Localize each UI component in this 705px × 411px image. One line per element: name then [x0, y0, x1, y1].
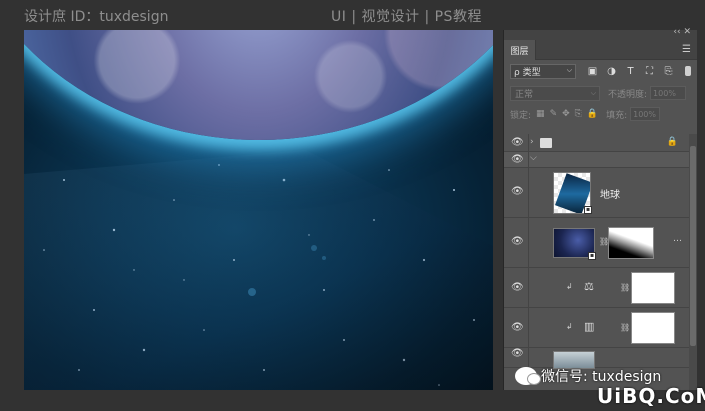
- document-canvas[interactable]: [24, 30, 493, 390]
- blend-mode-value: 正常: [515, 89, 534, 100]
- filter-toggle[interactable]: [685, 66, 691, 76]
- layer-mask-thumbnail[interactable]: [608, 227, 654, 259]
- lock-artboard-icon[interactable]: ⎘: [575, 109, 582, 119]
- eye-icon[interactable]: 👁: [511, 348, 524, 359]
- divider: [528, 268, 529, 307]
- opacity-label: 不透明度:: [608, 89, 648, 100]
- divider: [528, 134, 529, 151]
- lock-position-icon[interactable]: ✥: [562, 109, 570, 119]
- layer-bottom[interactable]: 👁: [504, 348, 690, 369]
- lock-row: 锁定: ▦ ✎ ✥ ⎘ 🔒 填充: 100%: [504, 104, 697, 124]
- layer-filter-select[interactable]: ρ 类型 ⌵: [510, 63, 576, 79]
- eye-icon[interactable]: 👁: [511, 154, 524, 165]
- designer-id-text: 设计庶 ID：tuxdesign: [24, 9, 169, 25]
- layers-panel: ‹‹ ✕ 图层 ☰ ρ 类型 ⌵ ▣ ◑ T ⛶ ⎘ 正常 ⌵ 不透明度: 10…: [503, 27, 697, 390]
- opacity-input[interactable]: 100%: [650, 86, 687, 100]
- header-bar: 设计庶 ID：tuxdesign UI | 视觉设计 | PS教程: [0, 0, 705, 30]
- levels-icon[interactable]: ▥: [584, 320, 594, 333]
- divider: [528, 218, 529, 267]
- color-balance-icon[interactable]: ⚖: [584, 280, 594, 293]
- shape-filter-icon[interactable]: ⛶: [643, 66, 656, 77]
- chevron-down-icon: ⌵: [566, 65, 572, 74]
- folder-icon: [540, 138, 552, 148]
- panel-menu-icon[interactable]: ☰: [682, 44, 691, 55]
- clipping-arrow-icon: ↲: [566, 282, 573, 291]
- lock-image-icon[interactable]: ✎: [550, 109, 558, 119]
- wechat-icon: [515, 367, 541, 385]
- eye-icon[interactable]: 👁: [511, 282, 524, 293]
- watermark-text: 微信号: tuxdesign: [541, 369, 662, 385]
- layer-name[interactable]: 地球: [600, 186, 620, 201]
- eye-icon[interactable]: 👁: [511, 322, 524, 333]
- chevron-down-icon[interactable]: ⌵: [530, 153, 537, 163]
- chain-link-icon[interactable]: ⛓: [620, 283, 630, 292]
- lock-icons: ▦ ✎ ✥ ⎘ 🔒: [536, 109, 598, 119]
- layer-list: 👁 › 🔒 👁 ⌵ 👁 ▪ 地球 👁 ▪ ⛓ … 👁 ↲ ⚖ ⛓ 👁 ↲ ▥ ⛓…: [504, 134, 690, 390]
- eye-icon[interactable]: 👁: [511, 236, 524, 247]
- divider: [528, 308, 529, 347]
- divider: [528, 348, 529, 367]
- divider: [528, 168, 529, 217]
- smart-object-icon: ▪: [584, 206, 592, 214]
- chain-link-icon[interactable]: ⛓: [620, 323, 630, 332]
- lock-all-icon[interactable]: 🔒: [587, 109, 598, 119]
- blend-mode-select[interactable]: 正常 ⌵: [510, 85, 600, 101]
- scrollbar-thumb[interactable]: [690, 146, 696, 346]
- panel-tab-bar: 图层 ☰: [504, 40, 697, 60]
- layer-adjustment-balance[interactable]: 👁 ↲ ⚖ ⛓: [504, 268, 690, 308]
- pixel-filter-icon[interactable]: ▣: [586, 66, 599, 77]
- lock-icon: 🔒: [666, 137, 678, 147]
- chevron-right-icon[interactable]: ›: [530, 137, 534, 147]
- lock-label: 锁定:: [510, 110, 532, 121]
- category-text: UI | 视觉设计 | PS教程: [331, 9, 482, 25]
- smart-object-filter-icon[interactable]: ⎘: [662, 66, 675, 77]
- eye-icon[interactable]: 👁: [511, 137, 524, 148]
- watermark: 微信号: tuxdesign: [515, 366, 661, 386]
- clipping-arrow-icon: ↲: [566, 322, 573, 331]
- layer-group-open[interactable]: 👁 ⌵: [504, 152, 690, 168]
- filter-value: ρ 类型: [514, 67, 541, 78]
- layer-adjustment-levels[interactable]: 👁 ↲ ▥ ⛓: [504, 308, 690, 348]
- layer-group-collapsed[interactable]: 👁 › 🔒: [504, 134, 690, 152]
- layer-space[interactable]: 👁 ▪ ⛓ …: [504, 218, 690, 268]
- fill-label: 填充:: [606, 110, 628, 121]
- blend-row: 正常 ⌵ 不透明度: 100%: [504, 82, 697, 104]
- filter-icons: ▣ ◑ T ⛶ ⎘: [586, 66, 675, 77]
- type-filter-icon[interactable]: T: [624, 66, 637, 77]
- layer-earth[interactable]: 👁 ▪ 地球: [504, 168, 690, 218]
- eye-icon[interactable]: 👁: [511, 186, 524, 197]
- smart-object-icon: ▪: [588, 252, 596, 260]
- filter-row: ρ 类型 ⌵ ▣ ◑ T ⛶ ⎘: [504, 60, 697, 82]
- lock-transparent-icon[interactable]: ▦: [536, 109, 545, 119]
- screenshot-root: 设计庶 ID：tuxdesign UI | 视觉设计 | PS教程 ‹‹ ✕ 图…: [0, 0, 705, 411]
- tab-layers[interactable]: 图层: [504, 40, 536, 60]
- divider: [528, 152, 529, 167]
- layers-scrollbar[interactable]: [689, 134, 697, 390]
- site-logo: UiBQ.CoM: [597, 384, 705, 408]
- fill-input[interactable]: 100%: [630, 107, 661, 121]
- adjustment-filter-icon[interactable]: ◑: [605, 66, 618, 77]
- panel-collapse-icon[interactable]: ‹‹ ✕: [673, 27, 691, 37]
- panel-dock-bar: ‹‹ ✕: [504, 27, 697, 40]
- layer-mask-thumbnail[interactable]: [631, 312, 675, 344]
- layer-mask-thumbnail[interactable]: [631, 272, 675, 304]
- more-icon: …: [673, 234, 682, 244]
- chevron-down-icon: ⌵: [590, 88, 596, 97]
